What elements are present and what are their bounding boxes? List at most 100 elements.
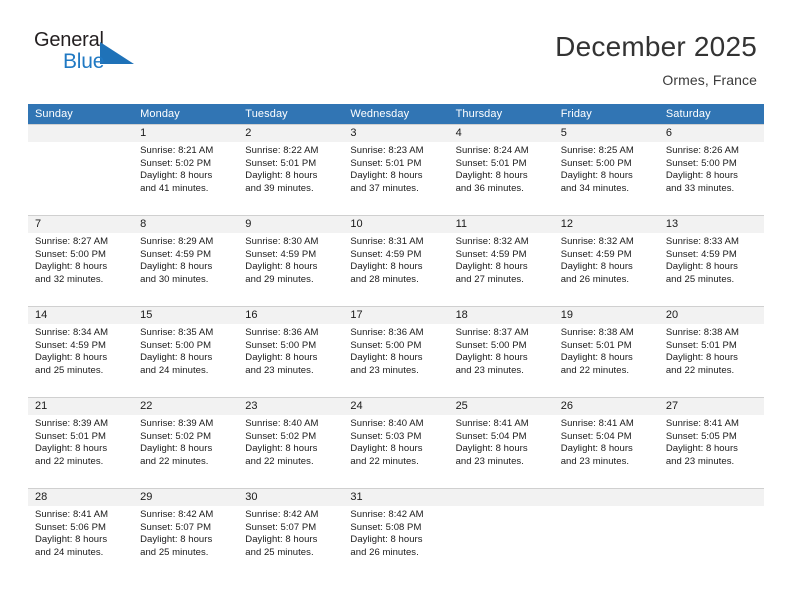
sunrise-text: Sunrise: 8:38 AM	[665, 327, 739, 338]
sunset-text: Sunset: 4:59 PM	[560, 248, 632, 260]
day-cell[interactable]: Sunrise: 8:40 AM Sunset: 5:03 PM Dayligh…	[343, 415, 448, 488]
calendar-page: General Blue December 2025 Ormes, France…	[0, 0, 792, 612]
daylight-text-cont: and 26 minutes.	[560, 273, 630, 285]
day-cell[interactable]: Sunrise: 8:40 AM Sunset: 5:02 PM Dayligh…	[238, 415, 343, 488]
sunset-text: Sunset: 4:59 PM	[140, 248, 212, 260]
day-cell[interactable]	[28, 142, 133, 215]
day-cell[interactable]: Sunrise: 8:41 AM Sunset: 5:04 PM Dayligh…	[554, 415, 659, 488]
day-cell[interactable]: Sunrise: 8:26 AM Sunset: 5:00 PM Dayligh…	[659, 142, 764, 215]
daylight-text: Daylight: 8 hours	[35, 443, 108, 455]
sunrise-text: Sunrise: 8:26 AM	[665, 145, 739, 156]
daylight-text: Daylight: 8 hours	[455, 352, 528, 364]
daylight-text: Daylight: 8 hours	[245, 261, 318, 273]
day-cell[interactable]: Sunrise: 8:42 AM Sunset: 5:07 PM Dayligh…	[133, 506, 238, 579]
sunset-text: Sunset: 5:02 PM	[140, 430, 212, 442]
day-cell[interactable]: Sunrise: 8:37 AM Sunset: 5:00 PM Dayligh…	[449, 324, 554, 397]
day-cell[interactable]	[449, 506, 554, 579]
day-cell[interactable]: Sunrise: 8:35 AM Sunset: 5:00 PM Dayligh…	[133, 324, 238, 397]
day-number: 21	[35, 400, 48, 412]
day-cell[interactable]: Sunrise: 8:29 AM Sunset: 4:59 PM Dayligh…	[133, 233, 238, 306]
sunrise-text: Sunrise: 8:40 AM	[245, 418, 319, 429]
day-cell[interactable]: Sunrise: 8:34 AM Sunset: 4:59 PM Dayligh…	[28, 324, 133, 397]
day-number: 22	[140, 400, 153, 412]
day-cell[interactable]: Sunrise: 8:39 AM Sunset: 5:02 PM Dayligh…	[133, 415, 238, 488]
daylight-text-cont: and 24 minutes.	[140, 364, 209, 376]
sunrise-text: Sunrise: 8:22 AM	[245, 145, 319, 156]
day-cell[interactable]: Sunrise: 8:22 AM Sunset: 5:01 PM Dayligh…	[238, 142, 343, 215]
day-cell[interactable]: Sunrise: 8:23 AM Sunset: 5:01 PM Dayligh…	[343, 142, 448, 215]
day-cell[interactable]: Sunrise: 8:41 AM Sunset: 5:06 PM Dayligh…	[28, 506, 133, 579]
day-cell[interactable]	[554, 506, 659, 579]
day-cell[interactable]: Sunrise: 8:36 AM Sunset: 5:00 PM Dayligh…	[238, 324, 343, 397]
day-number: 17	[350, 309, 363, 321]
calendar-grid: Sunday Monday Tuesday Wednesday Thursday…	[28, 104, 764, 579]
calendar-week-row: 7 8 9 10 11 12 13 Sunrise: 8:27 AM Sunse…	[28, 215, 764, 306]
daylight-text-cont: and 22 minutes.	[350, 455, 419, 467]
sunrise-text: Sunrise: 8:42 AM	[245, 509, 319, 520]
day-cell-row: Sunrise: 8:27 AM Sunset: 5:00 PM Dayligh…	[28, 233, 764, 306]
day-cell[interactable]: Sunrise: 8:41 AM Sunset: 5:05 PM Dayligh…	[659, 415, 764, 488]
day-cell[interactable]: Sunrise: 8:25 AM Sunset: 5:00 PM Dayligh…	[554, 142, 659, 215]
sunrise-text: Sunrise: 8:21 AM	[140, 145, 214, 156]
sunset-text: Sunset: 5:07 PM	[140, 521, 212, 533]
day-cell[interactable]: Sunrise: 8:36 AM Sunset: 5:00 PM Dayligh…	[343, 324, 448, 397]
sunset-text: Sunset: 5:04 PM	[560, 430, 632, 442]
day-cell[interactable]: Sunrise: 8:42 AM Sunset: 5:07 PM Dayligh…	[238, 506, 343, 579]
sunset-text: Sunset: 5:00 PM	[35, 248, 106, 260]
day-cell[interactable]: Sunrise: 8:41 AM Sunset: 5:04 PM Dayligh…	[449, 415, 554, 488]
daylight-text: Daylight: 8 hours	[245, 170, 318, 182]
sunrise-text: Sunrise: 8:41 AM	[455, 418, 529, 429]
day-number-band: 7 8 9 10 11 12 13	[28, 216, 764, 233]
day-cell[interactable]: Sunrise: 8:38 AM Sunset: 5:01 PM Dayligh…	[659, 324, 764, 397]
day-cell[interactable]: Sunrise: 8:24 AM Sunset: 5:01 PM Dayligh…	[449, 142, 554, 215]
daylight-text-cont: and 30 minutes.	[140, 273, 209, 285]
day-cell-row: Sunrise: 8:21 AM Sunset: 5:02 PM Dayligh…	[28, 142, 764, 215]
day-number-band: 1 2 3 4 5 6	[28, 125, 764, 142]
sunrise-text: Sunrise: 8:40 AM	[350, 418, 424, 429]
brand-logo[interactable]: General Blue	[34, 28, 149, 84]
day-cell[interactable]: Sunrise: 8:31 AM Sunset: 4:59 PM Dayligh…	[343, 233, 448, 306]
day-number	[28, 125, 133, 142]
sunset-text: Sunset: 5:00 PM	[455, 339, 527, 351]
sunrise-text: Sunrise: 8:33 AM	[665, 236, 739, 247]
day-cell-row: Sunrise: 8:39 AM Sunset: 5:01 PM Dayligh…	[28, 415, 764, 488]
daylight-text: Daylight: 8 hours	[560, 170, 633, 182]
day-number: 24	[350, 400, 363, 412]
day-number: 30	[245, 491, 258, 503]
brand-name-blue: Blue	[63, 50, 105, 73]
daylight-text-cont: and 27 minutes.	[455, 273, 524, 285]
sunrise-text: Sunrise: 8:32 AM	[455, 236, 529, 247]
day-number: 15	[140, 309, 153, 321]
sunrise-text: Sunrise: 8:37 AM	[455, 327, 529, 338]
daylight-text: Daylight: 8 hours	[140, 443, 213, 455]
title-block: December 2025 Ormes, France	[555, 28, 757, 90]
daylight-text-cont: and 34 minutes.	[560, 182, 630, 194]
weekday-header-sunday: Sunday	[35, 108, 73, 120]
daylight-text-cont: and 25 minutes.	[35, 364, 104, 376]
weekday-header-row: Sunday Monday Tuesday Wednesday Thursday…	[28, 104, 764, 124]
day-cell[interactable]: Sunrise: 8:32 AM Sunset: 4:59 PM Dayligh…	[554, 233, 659, 306]
sunset-text: Sunset: 4:59 PM	[35, 339, 106, 351]
day-number: 31	[350, 491, 363, 503]
daylight-text: Daylight: 8 hours	[245, 534, 318, 546]
day-cell[interactable]: Sunrise: 8:33 AM Sunset: 4:59 PM Dayligh…	[659, 233, 764, 306]
daylight-text-cont: and 26 minutes.	[350, 546, 419, 558]
day-number: 23	[245, 400, 258, 412]
daylight-text: Daylight: 8 hours	[140, 534, 213, 546]
daylight-text-cont: and 33 minutes.	[665, 182, 735, 194]
day-number	[659, 489, 764, 506]
daylight-text: Daylight: 8 hours	[560, 261, 633, 273]
day-cell[interactable]: Sunrise: 8:27 AM Sunset: 5:00 PM Dayligh…	[28, 233, 133, 306]
day-cell[interactable]: Sunrise: 8:21 AM Sunset: 5:02 PM Dayligh…	[133, 142, 238, 215]
day-cell[interactable]: Sunrise: 8:38 AM Sunset: 5:01 PM Dayligh…	[554, 324, 659, 397]
day-cell[interactable]: Sunrise: 8:30 AM Sunset: 4:59 PM Dayligh…	[238, 233, 343, 306]
day-cell[interactable]: Sunrise: 8:42 AM Sunset: 5:08 PM Dayligh…	[343, 506, 448, 579]
daylight-text: Daylight: 8 hours	[35, 261, 108, 273]
day-cell[interactable]	[659, 506, 764, 579]
day-cell[interactable]: Sunrise: 8:39 AM Sunset: 5:01 PM Dayligh…	[28, 415, 133, 488]
sunrise-text: Sunrise: 8:32 AM	[560, 236, 634, 247]
sunset-text: Sunset: 5:01 PM	[455, 157, 527, 169]
day-number-band: 21 22 23 24 25 26 27	[28, 398, 764, 415]
day-cell[interactable]: Sunrise: 8:32 AM Sunset: 4:59 PM Dayligh…	[449, 233, 554, 306]
calendar-week-row: 21 22 23 24 25 26 27 Sunrise: 8:39 AM Su…	[28, 397, 764, 488]
